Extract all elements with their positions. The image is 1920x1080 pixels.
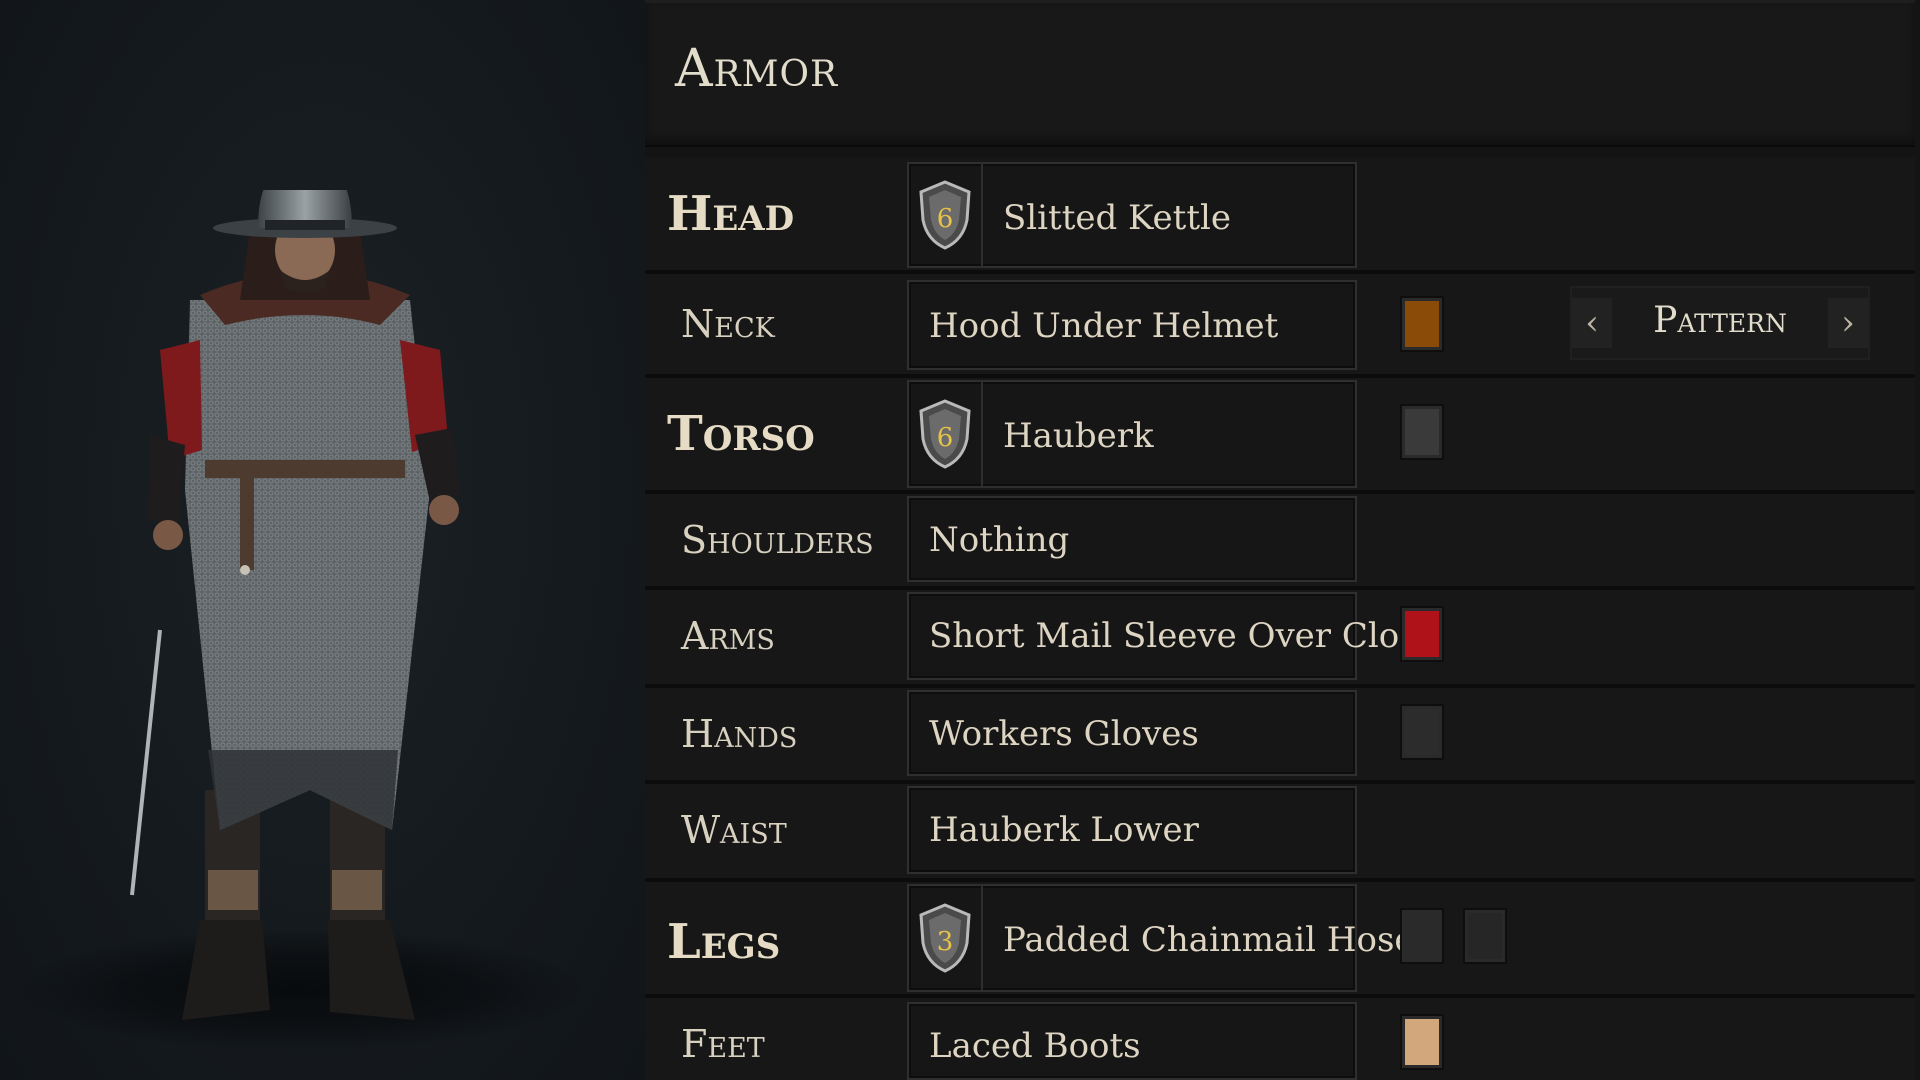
item-name-torso: Hauberk — [1003, 416, 1154, 456]
slot-label-torso: Torso — [667, 406, 815, 462]
panel-title: Armor — [675, 39, 839, 99]
slot-label-neck: Neck — [681, 302, 775, 346]
slot-label-head: Head — [667, 186, 795, 242]
slot-row-legs: Legs 3 Padded Chainmail Hosen — [645, 882, 1915, 998]
item-select-neck[interactable]: Hood Under Helmet — [907, 280, 1357, 370]
pattern-next-button[interactable]: › — [1828, 298, 1868, 348]
item-select-waist[interactable]: Hauberk Lower — [907, 786, 1357, 874]
item-name-neck: Hood Under Helmet — [929, 306, 1279, 346]
slot-label-feet: Feet — [681, 1022, 765, 1066]
panel-header: Armor — [645, 0, 1915, 147]
color-swatch-legs-primary[interactable] — [1402, 910, 1442, 962]
item-name-shoulders: Nothing — [929, 520, 1070, 560]
item-select-torso[interactable]: 6 Hauberk — [907, 380, 1357, 488]
shield-icon: 6 — [919, 180, 971, 250]
slot-label-shoulders: Shoulders — [681, 518, 874, 562]
color-swatch-torso[interactable] — [1402, 406, 1442, 458]
slot-row-feet: Feet Laced Boots — [645, 998, 1915, 1080]
item-select-hands[interactable]: Workers Gloves — [907, 690, 1357, 776]
color-swatch-feet[interactable] — [1402, 1016, 1442, 1068]
slot-row-hands: Hands Workers Gloves — [645, 688, 1915, 784]
character-model — [130, 190, 460, 1020]
item-select-feet[interactable]: Laced Boots — [907, 1002, 1357, 1080]
color-swatch-hands[interactable] — [1402, 706, 1442, 758]
item-name-feet: Laced Boots — [929, 1026, 1141, 1066]
slot-row-waist: Waist Hauberk Lower — [645, 784, 1915, 882]
slot-label-legs: Legs — [667, 914, 781, 970]
shield-icon: 6 — [919, 399, 971, 469]
slot-label-hands: Hands — [681, 712, 798, 756]
color-swatch-arms[interactable] — [1402, 608, 1442, 660]
tier-number: 6 — [937, 204, 954, 234]
armor-panel: Armor Head 6 Slitted Kettle Neck Hood Un… — [645, 0, 1920, 1080]
tier-number: 3 — [937, 927, 954, 957]
pattern-label: Pattern — [1653, 300, 1787, 341]
item-select-shoulders[interactable]: Nothing — [907, 496, 1357, 582]
slot-row-torso: Torso 6 Hauberk — [645, 378, 1915, 494]
item-name-legs: Padded Chainmail Hosen — [1003, 920, 1437, 960]
color-swatch-legs-secondary[interactable] — [1465, 910, 1505, 962]
slot-label-waist: Waist — [681, 808, 787, 852]
item-name-arms: Short Mail Sleeve Over Cloth — [929, 616, 1435, 656]
tier-number: 6 — [937, 423, 954, 453]
tier-badge: 6 — [909, 164, 983, 266]
shield-icon: 3 — [919, 903, 971, 973]
slot-row-neck: Neck Hood Under Helmet ‹ Pattern › — [645, 274, 1915, 378]
slot-row-arms: Arms Short Mail Sleeve Over Cloth — [645, 590, 1915, 688]
color-swatch-neck[interactable] — [1402, 298, 1442, 350]
tier-badge: 3 — [909, 886, 983, 990]
tier-badge: 6 — [909, 382, 983, 486]
slot-label-arms: Arms — [681, 614, 775, 658]
item-select-legs[interactable]: 3 Padded Chainmail Hosen — [907, 884, 1436, 992]
slot-row-head: Head 6 Slitted Kettle — [645, 158, 1915, 274]
item-select-arms[interactable]: Short Mail Sleeve Over Cloth — [907, 592, 1435, 680]
pattern-selector: ‹ Pattern › — [1570, 286, 1870, 360]
item-name-head: Slitted Kettle — [1003, 198, 1231, 238]
slot-row-shoulders: Shoulders Nothing — [645, 494, 1915, 590]
character-preview[interactable] — [0, 0, 645, 1080]
item-name-hands: Workers Gloves — [929, 714, 1199, 754]
item-name-waist: Hauberk Lower — [929, 810, 1199, 850]
item-select-head[interactable]: 6 Slitted Kettle — [907, 162, 1357, 268]
